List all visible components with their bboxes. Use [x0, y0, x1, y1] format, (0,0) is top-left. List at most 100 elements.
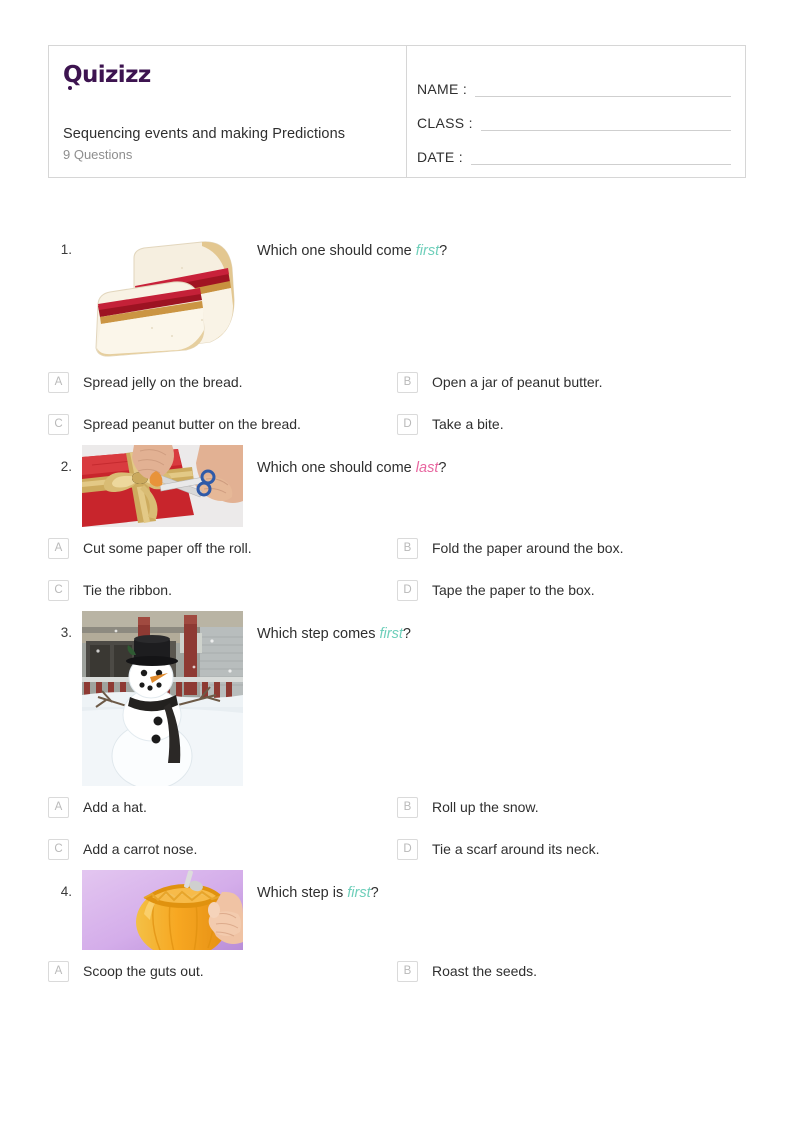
question-item: 3. Which step comes first? A Add a hat. …	[0, 611, 794, 870]
answer-option[interactable]: A Cut some paper off the roll.	[48, 527, 397, 569]
option-text: Roast the seeds.	[432, 963, 538, 979]
answer-option[interactable]: B Open a jar of peanut butter.	[397, 361, 746, 403]
peanut-butter-jelly-sandwich-photo	[82, 228, 243, 361]
option-text: Tie the ribbon.	[83, 582, 172, 598]
question-prompt: Which step comes first?	[243, 611, 746, 644]
question-header: 4. Which step is first?	[48, 870, 746, 950]
option-text: Tape the paper to the box.	[432, 582, 595, 598]
prompt-text-before: Which step is	[257, 885, 348, 901]
option-text: Spread peanut butter on the bread.	[83, 416, 301, 432]
answer-option[interactable]: B Fold the paper around the box.	[397, 527, 746, 569]
question-item: 4. Which step is first? A Scoop the guts…	[0, 870, 794, 992]
question-media	[82, 445, 243, 527]
prompt-keyword: first	[347, 885, 371, 901]
answer-options: A Cut some paper off the roll. B Fold th…	[48, 527, 746, 611]
option-letter: C	[48, 838, 69, 860]
question-item: 2. Which one should come last? A Cut som…	[0, 445, 794, 611]
worksheet-header: Quizizz Sequencing events and making Pre…	[48, 45, 746, 178]
answer-options: A Scoop the guts out. B Roast the seeds.	[48, 950, 746, 992]
question-header: 1. Which one should come first?	[48, 228, 746, 361]
student-info-fields: NAME : CLASS : DATE :	[407, 46, 745, 177]
date-input[interactable]	[470, 164, 731, 165]
answer-option[interactable]: C Spread peanut butter on the bread.	[48, 403, 397, 445]
option-text: Tie a scarf around its neck.	[432, 841, 600, 857]
pumpkin-carving-illustration	[82, 870, 243, 950]
prompt-text-after: ?	[438, 460, 447, 476]
answer-option[interactable]: A Add a hat.	[48, 786, 397, 828]
option-letter: A	[48, 796, 69, 818]
question-media	[82, 870, 243, 950]
quizizz-logo: Quizizz	[63, 62, 151, 90]
option-text: Scoop the guts out.	[83, 963, 204, 979]
option-text: Open a jar of peanut butter.	[432, 374, 603, 390]
prompt-keyword: last	[415, 460, 439, 476]
question-number: 2.	[60, 459, 72, 474]
sandwich-illustration	[82, 228, 243, 361]
question-media	[82, 228, 243, 361]
prompt-text-before: Which one should come	[257, 460, 416, 476]
option-letter: D	[397, 413, 418, 435]
option-letter: B	[397, 960, 418, 982]
option-text: Add a carrot nose.	[83, 841, 198, 857]
question-number: 3.	[60, 625, 72, 640]
prompt-keyword: first	[415, 243, 440, 259]
option-letter: D	[397, 838, 418, 860]
option-letter: A	[48, 371, 69, 393]
option-text: Add a hat.	[83, 799, 147, 815]
answer-option[interactable]: C Add a carrot nose.	[48, 828, 397, 870]
answer-option[interactable]: B Roll up the snow.	[397, 786, 746, 828]
answer-option[interactable]: A Spread jelly on the bread.	[48, 361, 397, 403]
answer-option[interactable]: D Tape the paper to the box.	[397, 569, 746, 611]
option-letter: C	[48, 413, 69, 435]
question-count-label: 9 Questions	[63, 147, 133, 162]
option-text: Take a bite.	[432, 416, 504, 432]
question-number: 4.	[60, 884, 72, 899]
answer-option[interactable]: C Tie the ribbon.	[48, 569, 397, 611]
answer-option[interactable]: B Roast the seeds.	[397, 950, 746, 992]
logo-dot-icon	[68, 86, 72, 90]
prompt-text-after: ?	[402, 626, 411, 642]
question-item: 1. Which one should come first? A Spread…	[0, 228, 794, 445]
option-text: Roll up the snow.	[432, 799, 539, 815]
name-field-row: NAME :	[417, 66, 731, 100]
prompt-text-before: Which step comes	[257, 626, 380, 642]
option-letter: A	[48, 960, 69, 982]
name-field-label: NAME :	[417, 81, 468, 97]
option-text: Spread jelly on the bread.	[83, 374, 243, 390]
header-left-panel: Quizizz Sequencing events and making Pre…	[49, 46, 406, 177]
option-text: Cut some paper off the roll.	[83, 540, 252, 556]
prompt-text-before: Which one should come	[257, 243, 416, 259]
answer-option[interactable]: D Take a bite.	[397, 403, 746, 445]
date-field-label: DATE :	[417, 149, 463, 165]
class-field-label: CLASS :	[417, 115, 473, 131]
carving-pumpkin-photo	[82, 870, 243, 950]
question-prompt: Which step is first?	[243, 870, 746, 903]
question-header: 2. Which one should come last?	[48, 445, 746, 527]
answer-option[interactable]: D Tie a scarf around its neck.	[397, 828, 746, 870]
option-letter: B	[397, 371, 418, 393]
prompt-text-after: ?	[370, 885, 379, 901]
snowman-in-snowy-yard-photo	[82, 611, 243, 786]
question-prompt: Which one should come last?	[243, 445, 746, 478]
prompt-text-after: ?	[439, 243, 448, 259]
quizizz-logo-text: Quizizz	[63, 62, 151, 88]
question-number: 1.	[60, 242, 72, 257]
date-field-row: DATE :	[417, 134, 731, 168]
wrapping-gift-with-ribbon-photo	[82, 445, 243, 527]
option-letter: C	[48, 579, 69, 601]
class-field-row: CLASS :	[417, 100, 731, 134]
questions-list: 1. Which one should come first? A Spread…	[0, 228, 794, 992]
option-letter: D	[397, 579, 418, 601]
gift-wrapping-illustration	[82, 445, 243, 527]
option-letter: B	[397, 537, 418, 559]
page-title: Sequencing events and making Predictions	[63, 126, 346, 142]
answer-option[interactable]: A Scoop the guts out.	[48, 950, 397, 992]
option-letter: B	[397, 796, 418, 818]
question-prompt: Which one should come first?	[243, 228, 746, 261]
class-input[interactable]	[480, 130, 731, 131]
question-header: 3. Which step comes first?	[48, 611, 746, 786]
option-letter: A	[48, 537, 69, 559]
option-text: Fold the paper around the box.	[432, 540, 624, 556]
snowman-illustration	[82, 611, 243, 786]
name-input[interactable]	[475, 96, 731, 97]
